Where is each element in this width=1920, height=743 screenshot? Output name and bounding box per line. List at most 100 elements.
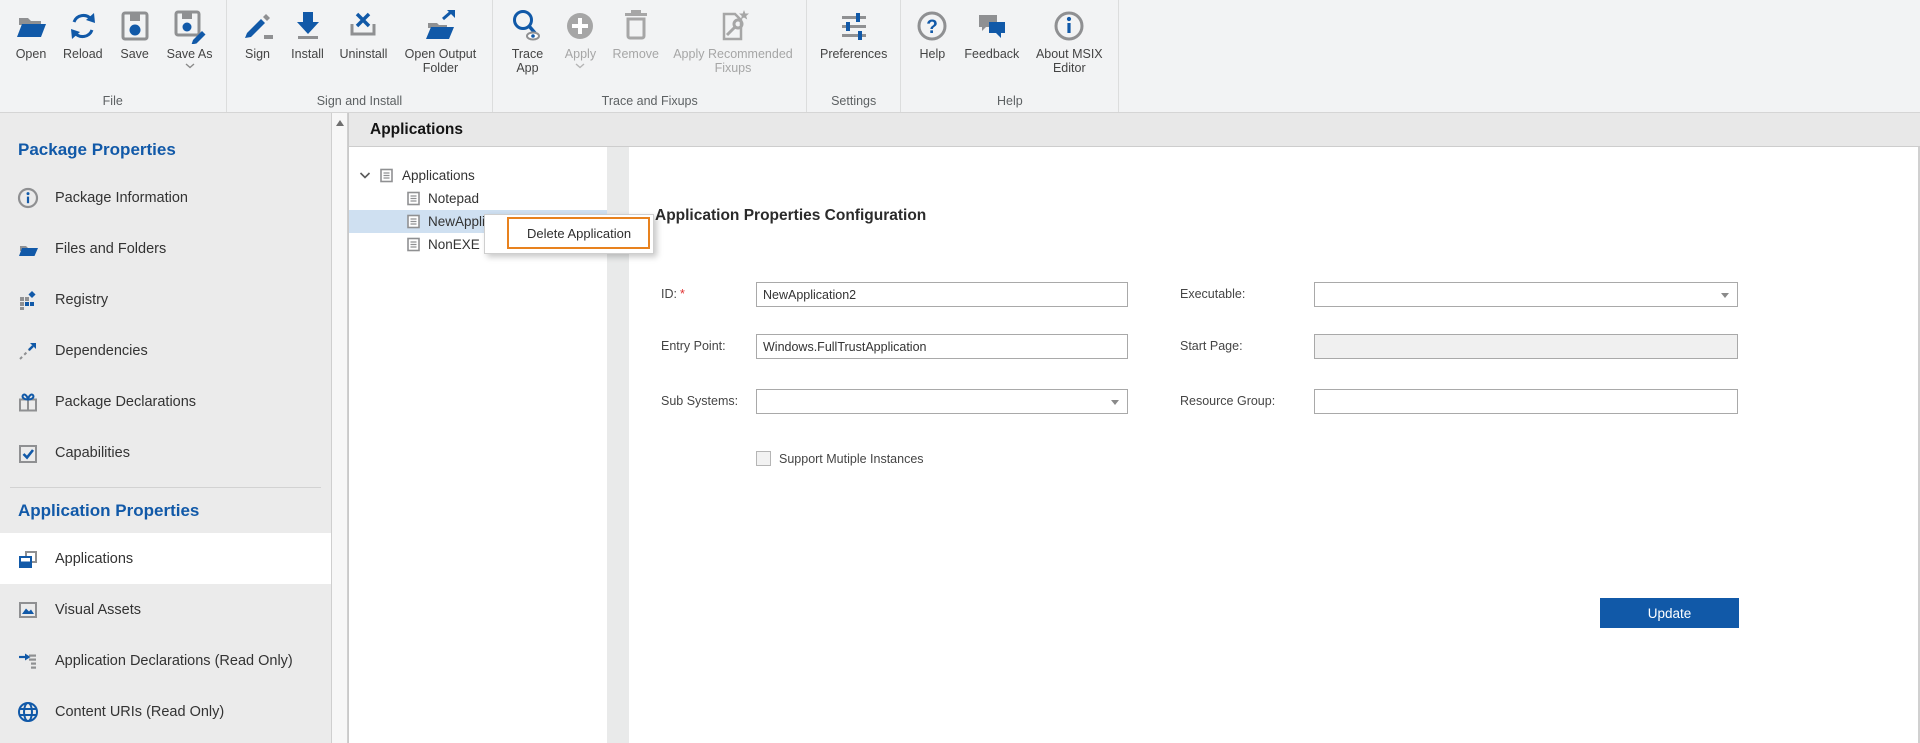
sub-systems-label: Sub Systems: — [661, 394, 739, 408]
sign-button[interactable]: Sign — [233, 5, 283, 61]
sidebar-item-applications[interactable]: Applications — [0, 533, 331, 584]
open-folder-icon — [17, 18, 46, 37]
tree-item-notepad[interactable]: Notepad — [349, 187, 607, 210]
question-circle-icon: ? — [917, 11, 947, 41]
reload-icon — [70, 13, 95, 39]
ribbon-group-label-help: Help — [996, 94, 1023, 108]
save-button[interactable]: Save — [110, 5, 160, 61]
ribbon-group-sign-and-install: Sign Install Uninstall Open Output Folde… — [227, 0, 494, 112]
about-msix-editor-label: About MSIX Editor — [1035, 47, 1103, 76]
sidebar-item-label: Files and Folders — [55, 240, 167, 257]
help-button[interactable]: ? Help — [907, 5, 957, 61]
sidebar-item-visual-assets[interactable]: Visual Assets — [0, 584, 331, 635]
uninstall-button[interactable]: Uninstall — [333, 5, 395, 61]
open-output-folder-button[interactable]: Open Output Folder — [394, 5, 486, 76]
entry-point-input[interactable] — [756, 334, 1128, 359]
install-label: Install — [291, 47, 324, 61]
apply-recommended-fixups-label: Apply Recommended Fixups — [673, 47, 793, 76]
sidebar-scrollbar[interactable] — [331, 113, 348, 743]
reload-label: Reload — [63, 47, 103, 61]
about-msix-editor-button[interactable]: About MSIX Editor — [1026, 5, 1112, 76]
sidebar-item-label: Package Information — [55, 189, 188, 206]
sidebar-item-label: Application Declarations (Read Only) — [55, 652, 293, 669]
open-button[interactable]: Open — [6, 5, 56, 61]
dependencies-icon — [19, 342, 36, 360]
help-label: Help — [919, 47, 946, 61]
resource-group-input[interactable] — [1314, 389, 1738, 414]
panel-title: Applications — [348, 113, 1920, 147]
save-as-label: Save As — [166, 47, 213, 61]
id-input[interactable] — [756, 282, 1128, 307]
sidebar-item-package-declarations[interactable]: Package Declarations — [0, 376, 331, 427]
apply-plus-icon — [567, 13, 594, 39]
start-page-input — [1314, 334, 1738, 359]
scroll-up-arrow-icon[interactable] — [336, 120, 344, 126]
document-wrench-star-icon — [722, 10, 749, 41]
info-circle-icon — [1054, 11, 1084, 41]
context-menu: Delete Application — [484, 214, 654, 254]
dropdown-arrow-icon — [1111, 400, 1119, 405]
ribbon-group-label-file: File — [102, 94, 123, 108]
apply-recommended-fixups-button: Apply Recommended Fixups — [666, 5, 800, 76]
msix-editor-window: Open Reload Save Save As File Sign Insta… — [0, 0, 1920, 743]
install-button[interactable]: Install — [283, 5, 333, 61]
ribbon-group-label-trace-and-fixups: Trace and Fixups — [601, 94, 698, 108]
preferences-label: Preferences — [819, 47, 888, 61]
sidebar-item-label: Dependencies — [55, 342, 148, 359]
feedback-label: Feedback — [964, 47, 1020, 61]
reload-button[interactable]: Reload — [56, 5, 110, 61]
update-button[interactable]: Update — [1600, 598, 1739, 628]
sidebar-item-package-information[interactable]: Package Information — [0, 172, 331, 223]
sidebar-item-dependencies[interactable]: Dependencies — [0, 325, 331, 376]
sidebar-item-application-declarations[interactable]: Application Declarations (Read Only) — [0, 635, 331, 686]
tree-item-label: Applications — [402, 168, 475, 183]
save-as-icon — [174, 10, 206, 44]
executable-combobox[interactable] — [1314, 282, 1738, 307]
feedback-button[interactable]: Feedback — [957, 5, 1026, 61]
tree-item-label: Notepad — [428, 191, 480, 206]
support-multiple-instances-checkbox[interactable] — [756, 451, 771, 466]
feedback-bubbles-icon — [978, 15, 1005, 38]
files-and-folders-icon — [19, 245, 38, 256]
ribbon-group-trace-and-fixups: Trace App Apply Remove Apply Recommended… — [493, 0, 807, 112]
sidebar-heading-application-properties: Application Properties — [18, 501, 200, 520]
trace-app-icon — [513, 10, 541, 41]
sidebar-item-label: Capabilities — [55, 444, 130, 461]
support-multiple-instances-row: Support Mutiple Instances — [756, 451, 924, 466]
dropdown-arrow-icon — [1721, 293, 1729, 298]
open-output-folder-label: Open Output Folder — [404, 47, 477, 76]
document-icon — [407, 191, 420, 206]
sidebar-item-capabilities[interactable]: Capabilities — [0, 427, 331, 478]
trace-app-button[interactable]: Trace App — [499, 5, 555, 76]
open-output-folder-icon — [426, 10, 456, 39]
trace-app-label: Trace App — [511, 47, 544, 76]
tree-item-applications-root[interactable]: Applications — [349, 164, 607, 187]
tree-item-label: NonEXE — [428, 237, 480, 252]
sidebar-heading-package-properties: Package Properties — [18, 140, 176, 159]
content-uris-icon — [18, 701, 38, 722]
required-asterisk: * — [679, 287, 685, 301]
ribbon-group-settings: Preferences Settings — [807, 0, 902, 112]
sidebar-item-label: Applications — [55, 550, 134, 567]
package-declarations-icon — [19, 393, 37, 411]
sidebar-item-files-and-folders[interactable]: Files and Folders — [0, 223, 331, 274]
sign-pencil-icon — [244, 14, 273, 39]
sidebar-item-content-uris[interactable]: Content URIs (Read Only) — [0, 686, 331, 737]
remove-label: Remove — [612, 47, 659, 61]
ribbon-group-help: ? Help Feedback About MSIX Editor Help — [901, 0, 1120, 112]
preferences-button[interactable]: Preferences — [813, 5, 894, 61]
install-arrow-icon — [296, 12, 319, 39]
chevron-down-icon — [575, 63, 585, 69]
resource-group-label: Resource Group: — [1180, 394, 1276, 408]
save-as-button[interactable]: Save As — [160, 5, 220, 69]
sidebar-item-registry[interactable]: Registry — [0, 274, 331, 325]
trash-icon — [624, 10, 647, 40]
sidebar-item-label: Package Declarations — [55, 393, 197, 410]
entry-point-label: Entry Point: — [661, 339, 726, 353]
sub-systems-combobox[interactable] — [756, 389, 1128, 414]
document-icon — [407, 237, 420, 252]
support-multiple-instances-label: Support Mutiple Instances — [779, 451, 924, 466]
ribbon-group-label-sign-and-install: Sign and Install — [316, 94, 403, 108]
context-menu-item-delete-application[interactable]: Delete Application — [507, 217, 650, 249]
sign-label: Sign — [244, 47, 271, 61]
